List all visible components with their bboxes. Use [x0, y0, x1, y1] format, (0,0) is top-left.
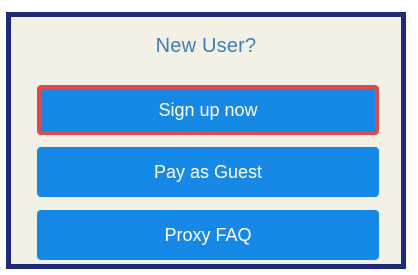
panel-title: New User? [155, 35, 257, 57]
pay-as-guest-label: Pay as Guest [153, 162, 263, 182]
proxy-faq-button[interactable]: Proxy FAQ [37, 210, 379, 260]
sign-up-now-label: Sign up now [158, 100, 258, 120]
pay-as-guest-button[interactable]: Pay as Guest [37, 147, 379, 197]
proxy-faq-label: Proxy FAQ [164, 225, 252, 245]
new-user-panel: New User? Sign up now Pay as Guest Proxy… [6, 12, 406, 269]
sign-up-now-button[interactable]: Sign up now [37, 85, 379, 135]
